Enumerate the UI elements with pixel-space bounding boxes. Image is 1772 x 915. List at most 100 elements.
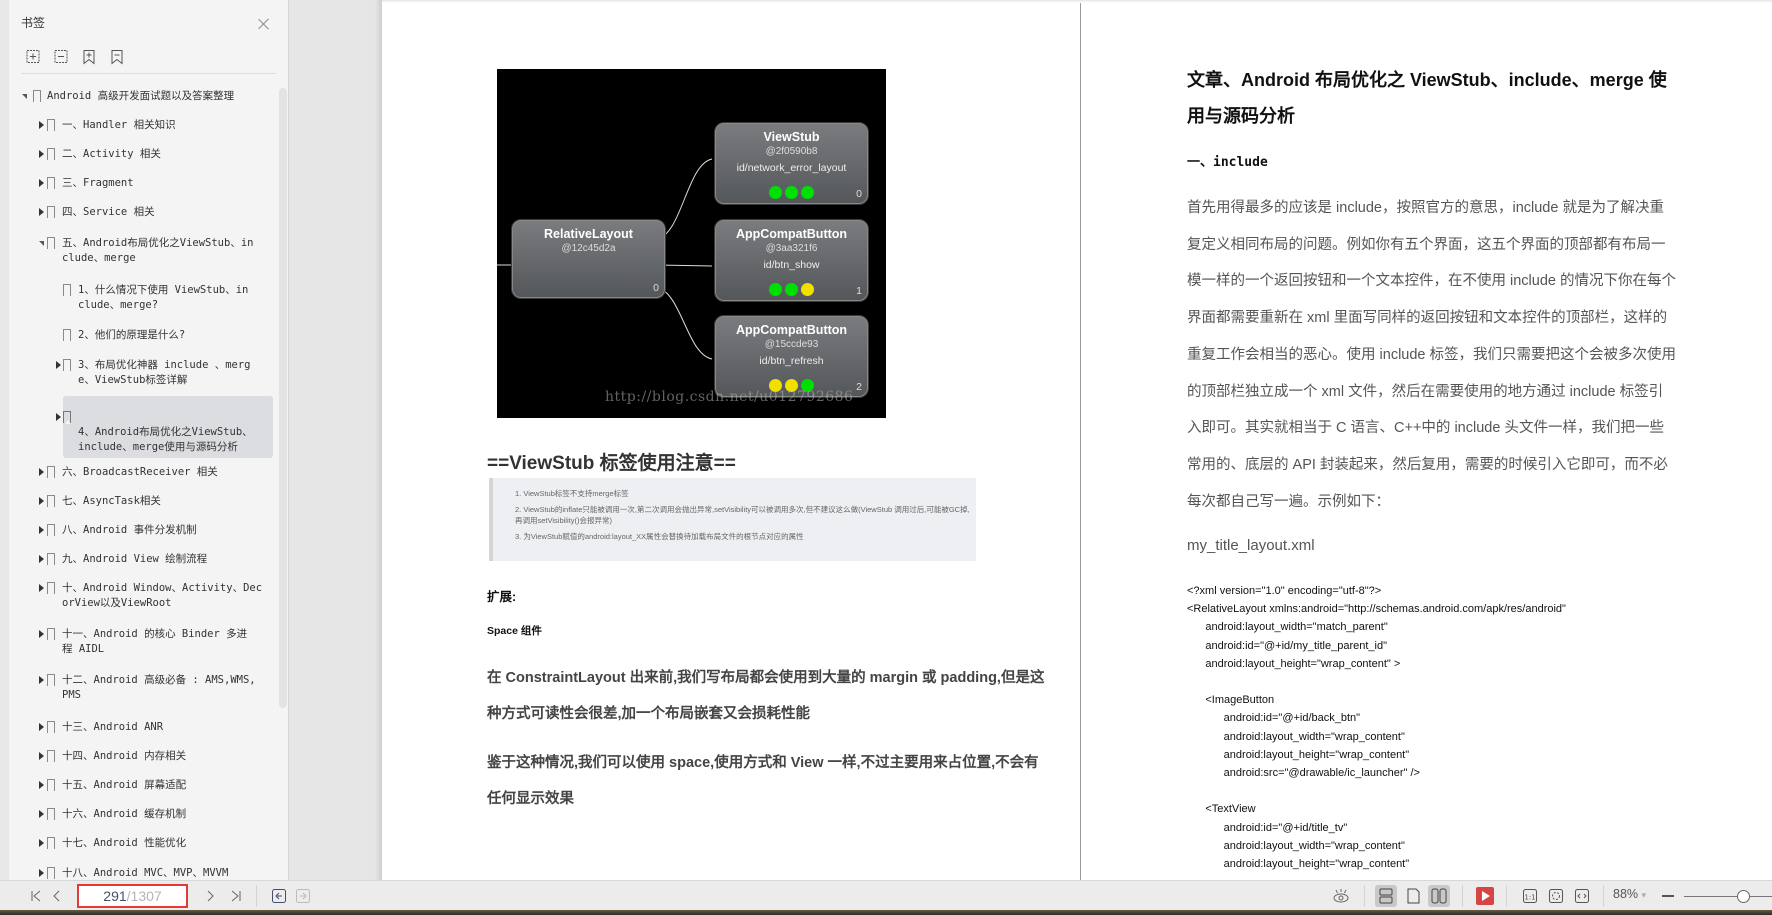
bookmark-item[interactable]: 十八、Android MVC、MVP、MVVM — [0, 866, 280, 880]
expand-arrow-icon[interactable] — [39, 179, 44, 187]
expand-arrow-icon[interactable] — [56, 413, 61, 421]
add-bookmark-icon[interactable] — [82, 49, 97, 65]
actual-size-icon[interactable]: 1:1 — [1521, 887, 1539, 905]
zoom-slider-handle[interactable] — [1737, 890, 1750, 903]
expand-arrow-icon[interactable] — [39, 810, 44, 818]
xml-code-block: <?xml version="1.0" encoding="utf-8"?> <… — [1187, 585, 1566, 871]
zoom-out-button[interactable] — [1662, 895, 1674, 897]
bookmark-item[interactable]: 五、Android布局优化之ViewStub、in clude、merge — [0, 236, 280, 266]
collapse-arrow-icon[interactable] — [22, 94, 27, 99]
bookmark-item[interactable]: 2、他们的原理是什么? — [0, 328, 280, 358]
bookmark-item[interactable]: 八、Android 事件分发机制 — [0, 523, 280, 553]
bookmark-item[interactable]: 六、BroadcastReceiver 相关 — [0, 465, 280, 495]
expand-arrow-icon[interactable] — [39, 781, 44, 789]
bookmark-item[interactable]: 十七、Android 性能优化 — [0, 836, 280, 866]
document-page-right: 文章、Android 布局优化之 ViewStub、include、merge … — [1081, 0, 1772, 880]
bookmark-item[interactable]: 四、Service 相关 — [0, 205, 280, 235]
node-hash: @15ccde93 — [764, 339, 819, 350]
bookmark-label: 七、AsyncTask相关 — [62, 495, 161, 507]
sidebar-scrollbar[interactable] — [279, 88, 287, 708]
expand-arrow-icon[interactable] — [39, 208, 44, 216]
bookmark-label: 八、Android 事件分发机制 — [62, 524, 197, 536]
bookmark-item[interactable]: 十二、Android 高级必备 : AMS,WMS, PMS — [0, 673, 280, 703]
expand-arrow-icon[interactable] — [39, 630, 44, 638]
diagram-node-btn-show: AppCompatButton @3aa321f6 id/btn_show 1 — [714, 219, 869, 302]
continuous-scroll-icon[interactable] — [1375, 885, 1397, 907]
zoom-level-dropdown[interactable]: 88% ▾ — [1613, 887, 1646, 901]
bookmark-label: 十四、Android 内存相关 — [62, 750, 187, 762]
first-page-icon[interactable] — [28, 887, 46, 905]
expand-arrow-icon[interactable] — [39, 723, 44, 731]
bookmark-icon — [47, 674, 55, 687]
expand-arrow-icon[interactable] — [39, 839, 44, 847]
fit-width-icon[interactable] — [1573, 887, 1591, 905]
bookmark-item[interactable]: 1、什么情况下使用 ViewStub、in clude、merge? — [0, 283, 280, 313]
fit-page-icon[interactable] — [1547, 887, 1565, 905]
expand-arrow-icon[interactable] — [39, 468, 44, 476]
bookmark-item[interactable]: 十、Android Window、Activity、Dec orView以及Vi… — [0, 581, 280, 611]
two-page-icon[interactable] — [1428, 885, 1450, 907]
remove-bookmark-icon[interactable] — [110, 49, 125, 65]
expand-arrow-icon[interactable] — [39, 121, 44, 129]
expand-arrow-icon[interactable] — [39, 584, 44, 592]
last-page-icon[interactable] — [226, 887, 244, 905]
page-number-input[interactable]: 291/1307 — [77, 884, 188, 908]
forward-view-icon[interactable] — [294, 887, 312, 905]
node-id: id/network_error_layout — [736, 162, 847, 174]
back-view-icon[interactable] — [270, 887, 288, 905]
expand-arrow-icon[interactable] — [39, 752, 44, 760]
node-index: 1 — [856, 285, 862, 297]
node-hash: @2f0590b8 — [765, 146, 818, 157]
bookmark-item[interactable]: 十一、Android 的核心 Binder 多进 程 AIDL — [0, 627, 280, 657]
expand-arrow-icon[interactable] — [39, 526, 44, 534]
bookmark-item[interactable]: 十五、Android 屏幕适配 — [0, 778, 280, 808]
taskbar-edge — [0, 910, 1772, 915]
expand-all-icon[interactable] — [26, 49, 41, 65]
space-component-label: Space 组件 — [487, 625, 542, 637]
play-slideshow-icon[interactable] — [1475, 886, 1495, 906]
next-page-icon[interactable] — [201, 887, 219, 905]
expand-arrow-icon[interactable] — [39, 497, 44, 505]
bookmarks-panel: 书签 Android 高级开发面试题以及答案整理 一、Handler 相关知识 二、… — [0, 0, 289, 880]
svg-text:1:1: 1:1 — [1524, 894, 1535, 902]
bookmark-item[interactable]: 九、Android View 绘制流程 — [0, 552, 280, 582]
bookmark-item[interactable]: 十四、Android 内存相关 — [0, 749, 280, 779]
node-index: 0 — [856, 188, 862, 200]
status-dot — [785, 283, 798, 296]
close-icon[interactable] — [256, 16, 272, 32]
toolbar-separator — [1364, 885, 1365, 907]
bookmark-item[interactable]: Android 高级开发面试题以及答案整理 — [0, 89, 280, 119]
page-shadow — [375, 0, 382, 880]
eye-care-icon[interactable] — [1332, 887, 1350, 905]
node-title: AppCompatButton — [735, 323, 848, 337]
bookmark-label: 六、BroadcastReceiver 相关 — [62, 466, 218, 478]
expand-arrow-icon[interactable] — [39, 676, 44, 684]
bookmark-item[interactable]: 十六、Android 缓存机制 — [0, 807, 280, 837]
bookmark-item[interactable]: 二、Activity 相关 — [0, 147, 280, 177]
bookmark-icon — [47, 119, 55, 132]
bookmark-item[interactable]: 三、Fragment — [0, 176, 280, 206]
single-page-icon[interactable] — [1402, 885, 1424, 907]
bookmark-item[interactable]: 4、Android布局优化之ViewStub、 include、merge使用与… — [0, 410, 280, 453]
expand-arrow-icon[interactable] — [56, 361, 61, 369]
bookmark-item[interactable]: 七、AsyncTask相关 — [0, 494, 280, 524]
bookmark-icon — [47, 750, 55, 763]
collapse-arrow-icon[interactable] — [39, 241, 44, 246]
bookmark-item[interactable]: 十三、Android ANR — [0, 720, 280, 750]
status-dot — [801, 186, 814, 199]
bookmark-item[interactable]: 3、布局优化神器 include 、merg e、ViewStub标签详解 — [0, 358, 280, 388]
bookmark-label: 3、布局优化神器 include 、merg e、ViewStub标签详解 — [78, 359, 251, 386]
diagram-node-btn-refresh: AppCompatButton @15ccde93 id/btn_refresh… — [714, 315, 869, 398]
node-title: AppCompatButton — [735, 227, 848, 241]
expand-arrow-icon[interactable] — [39, 150, 44, 158]
zoom-slider-track[interactable] — [1684, 896, 1772, 897]
expand-arrow-icon[interactable] — [39, 555, 44, 563]
expand-arrow-icon[interactable] — [39, 869, 44, 877]
collapse-all-icon[interactable] — [54, 49, 69, 65]
diagram-node-viewstub: ViewStub @2f0590b8 id/network_error_layo… — [714, 122, 869, 205]
bookmark-label: 四、Service 相关 — [62, 206, 155, 218]
bookmark-label: 2、他们的原理是什么? — [78, 329, 186, 341]
bookmark-label: 十二、Android 高级必备 : AMS,WMS, PMS — [62, 674, 256, 701]
previous-page-icon[interactable] — [48, 887, 66, 905]
bookmark-item[interactable]: 一、Handler 相关知识 — [0, 118, 280, 148]
